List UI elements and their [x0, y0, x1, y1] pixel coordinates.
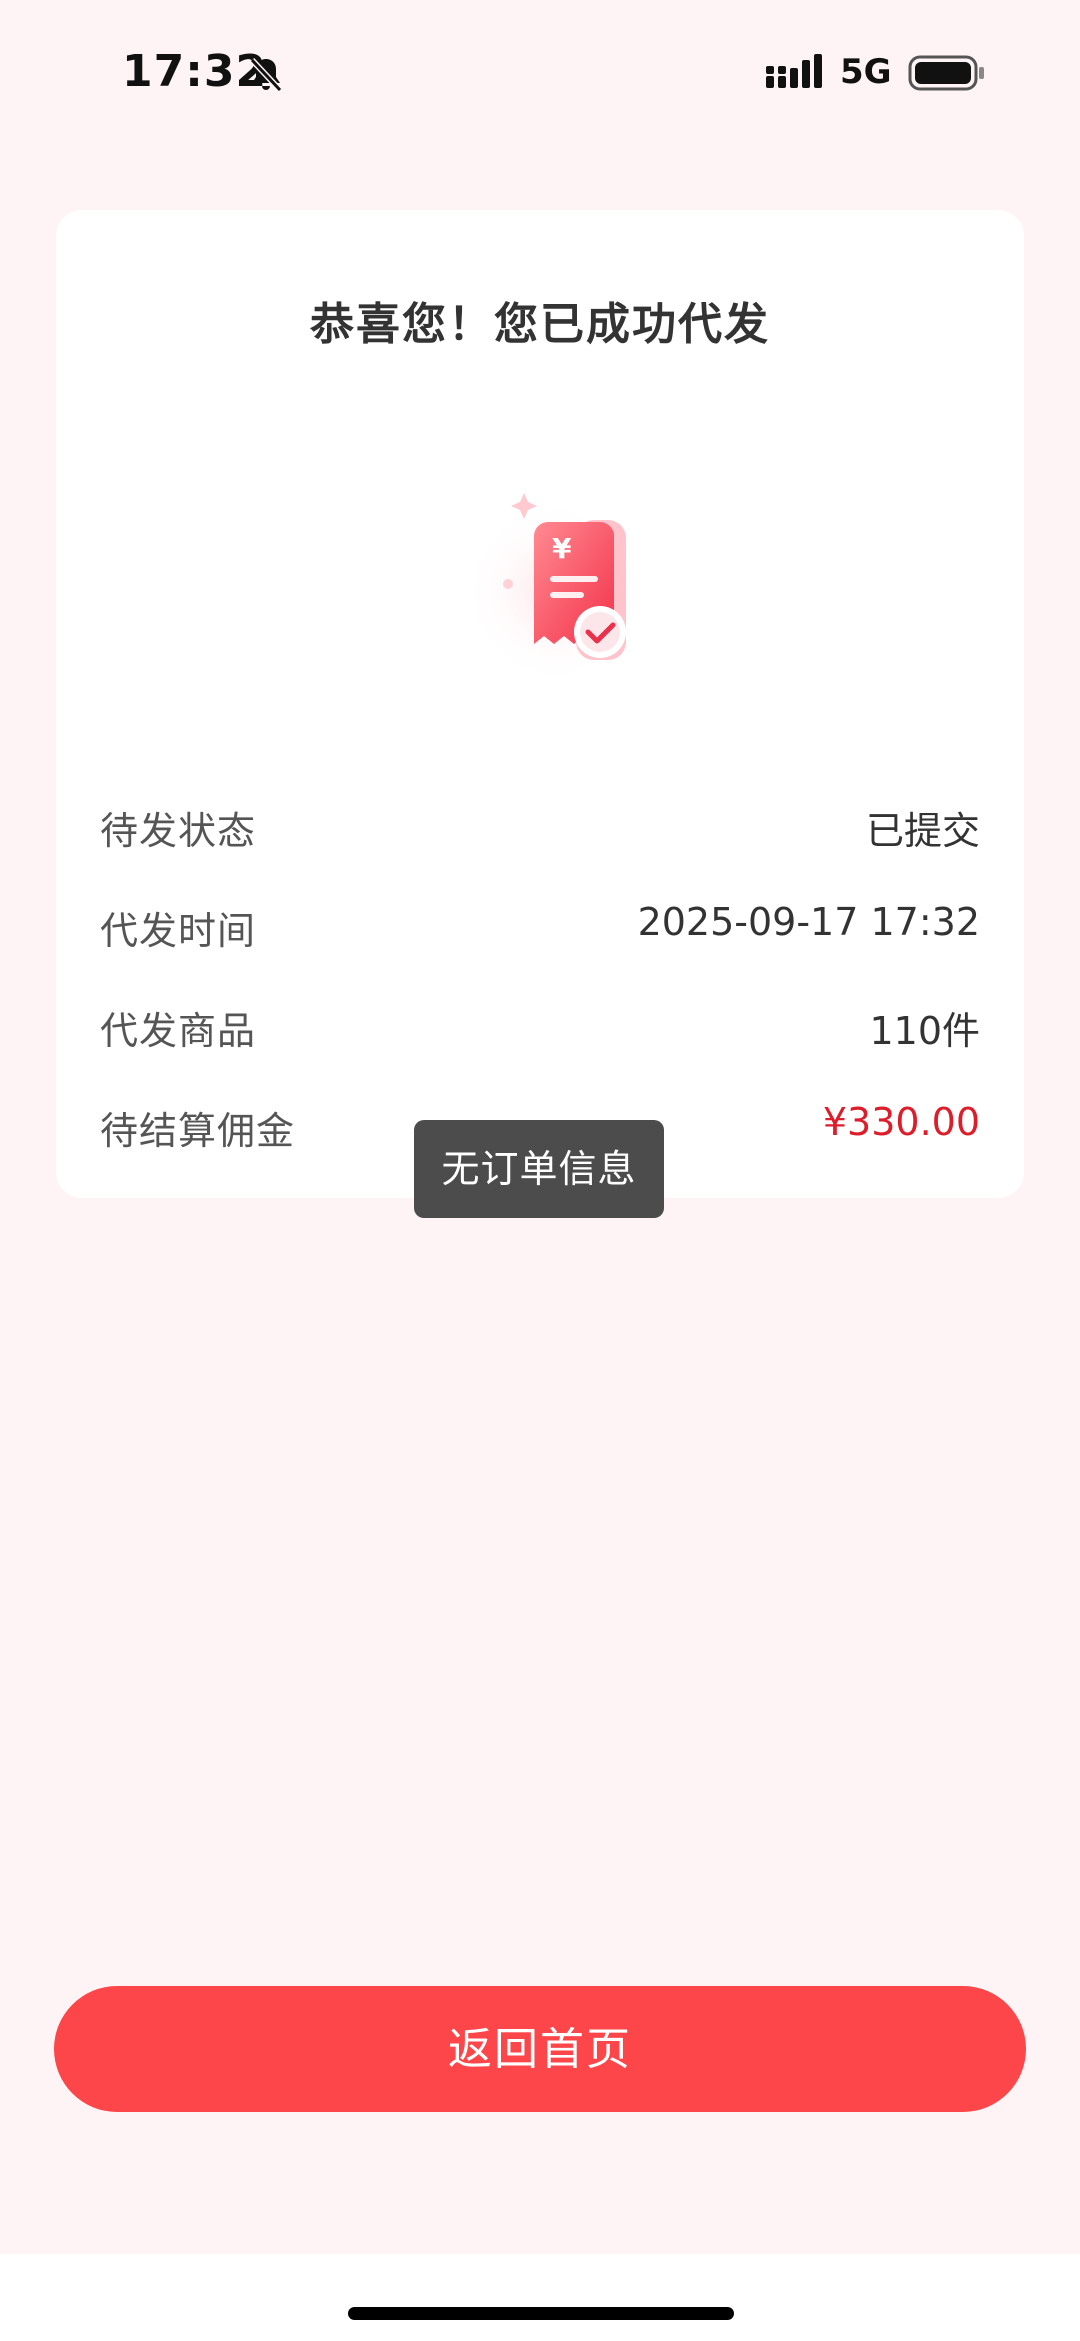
signal-bars-icon — [766, 54, 822, 88]
info-row-goods: 代发商品 110件 — [100, 1000, 980, 1060]
battery-icon — [908, 55, 984, 91]
page-title: 恭喜您！您已成功代发 — [310, 299, 770, 350]
svg-text:¥: ¥ — [552, 532, 572, 565]
bottom-safe-area — [0, 2254, 1080, 2341]
status-value: 已提交 — [865, 809, 980, 853]
info-row-status: 待发状态 已提交 — [100, 800, 980, 860]
network-type: 5G — [840, 52, 892, 92]
return-home-button[interactable]: 返回首页 — [54, 1986, 1026, 2112]
time-label: 代发时间 — [100, 909, 257, 953]
goods-value: 110件 — [869, 1009, 980, 1053]
goods-label: 代发商品 — [100, 1009, 257, 1053]
info-row-time: 代发时间 2025-09-17 17:32 — [100, 900, 980, 960]
status-label: 待发状态 — [100, 809, 257, 853]
receipt-check-icon: ¥ — [464, 493, 648, 682]
bell-slash-icon — [249, 57, 283, 93]
home-indicator[interactable] — [348, 2307, 734, 2320]
time-value: 2025-09-17 17:32 — [637, 900, 980, 944]
status-bar: 17:32 5G — [0, 0, 1080, 140]
toast-message: 无订单信息 — [414, 1120, 664, 1218]
commission-value: ¥330.00 — [822, 1100, 980, 1144]
success-card: 恭喜您！您已成功代发 ¥ 待发状态 已提交 代发时间 2025-09-17 17… — [56, 210, 1024, 1198]
commission-label: 待结算佣金 — [100, 1109, 296, 1153]
